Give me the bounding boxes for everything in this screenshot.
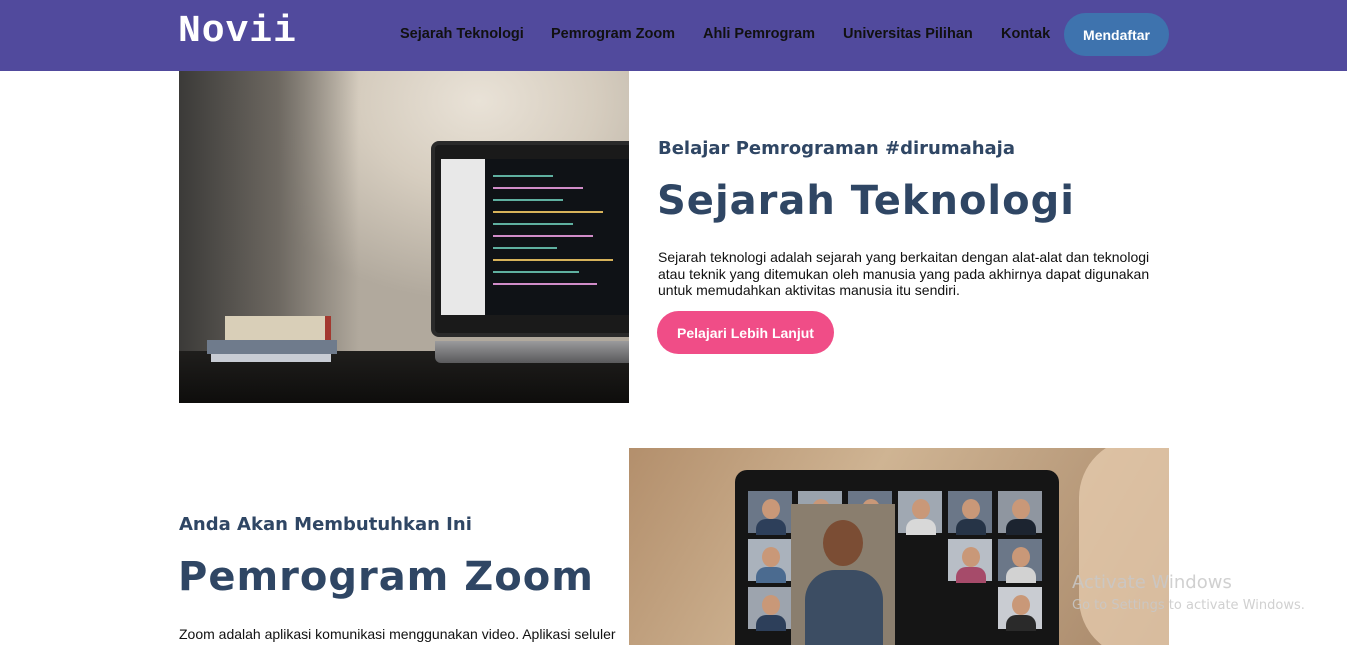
hero-eyebrow: Belajar Pemrograman #dirumahaja [658,138,1016,159]
hero-description: Sejarah teknologi adalah sejarah yang be… [658,249,1150,298]
brand-logo[interactable]: Novii [178,10,297,53]
learn-more-button[interactable]: Pelajari Lebih Lanjut [657,311,834,354]
nav-link-kontak[interactable]: Kontak [1001,26,1050,42]
nav-link-ahli-pemrogram[interactable]: Ahli Pemrogram [703,26,815,42]
book-stack [207,316,337,366]
top-navbar: Novii Sejarah Teknologi Pemrogram Zoom A… [0,0,1347,71]
nav-link-universitas-pilihan[interactable]: Universitas Pilihan [843,26,973,42]
section2-description: Zoom adalah aplikasi komunikasi mengguna… [179,626,616,642]
section2-title: Pemrogram Zoom [178,554,594,600]
nav-link-sejarah-teknologi[interactable]: Sejarah Teknologi [400,26,524,42]
video-participant [791,504,895,645]
windows-activation-title: Activate Windows [1072,572,1232,593]
windows-activation-subtitle: Go to Settings to activate Windows. [1072,598,1305,613]
laptop-screen [735,470,1059,645]
hero-title: Sejarah Teknologi [657,178,1075,224]
hero-laptop-image [179,71,629,403]
zoom-meeting-image [629,448,1169,645]
signup-button[interactable]: Mendaftar [1064,13,1169,56]
section2-eyebrow: Anda Akan Membutuhkan Ini [179,514,472,535]
laptop-base [435,341,629,363]
laptop-screen [431,141,629,337]
nav-link-pemrogram-zoom[interactable]: Pemrogram Zoom [551,26,675,42]
